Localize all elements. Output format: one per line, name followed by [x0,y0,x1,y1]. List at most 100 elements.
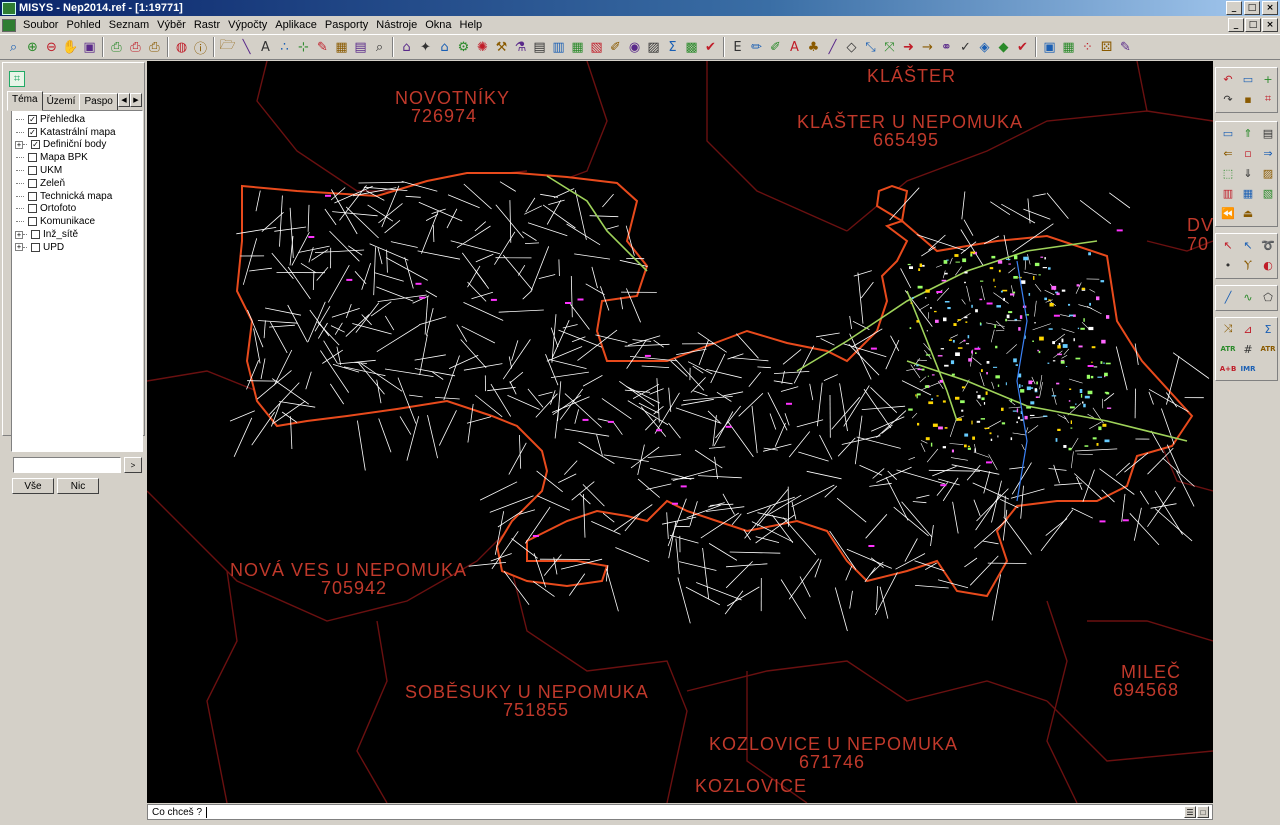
tree-item[interactable]: Technická mapa [12,190,142,203]
arrow-right-green-icon[interactable]: ➜ [899,37,918,57]
layer-checkbox[interactable] [28,153,37,163]
menu-nastroje[interactable]: Nástroje [372,19,421,31]
menu-vyber[interactable]: Výběr [153,19,190,31]
point-add-icon[interactable]: ⊹ [294,37,313,57]
tool-13-icon[interactable]: ◉ [625,37,644,57]
expand-icon[interactable]: + [15,243,23,252]
sum-icon[interactable]: Σ [663,37,682,57]
sigma-icon[interactable]: Σ [1260,321,1276,337]
layer-checkbox[interactable] [31,230,40,240]
tool-4-icon[interactable]: ⚙ [454,37,473,57]
expand-icon[interactable]: + [15,140,23,149]
color-box-icon[interactable]: ▧ [1260,185,1276,201]
tree-item[interactable]: + Inž_sítě [12,228,142,241]
search-icon[interactable]: ⌕ [370,37,389,57]
tree-item[interactable]: UKM [12,164,142,177]
transform-icon[interactable]: ⤨ [1220,321,1236,337]
tab-pasporty[interactable]: Paspo [79,93,118,111]
pan-icon[interactable]: ✋ [61,37,80,57]
tool-17-icon[interactable]: ✔ [701,37,720,57]
layer-checkbox[interactable] [28,191,37,201]
shape-icon[interactable]: ◈ [975,37,994,57]
arrow-down-box-icon[interactable]: ⇓ [1240,165,1256,181]
close-button[interactable]: × [1262,1,1278,15]
tree-item[interactable]: Komunikace [12,215,142,228]
checkmark-icon[interactable]: ✔ [1013,37,1032,57]
hash-icon[interactable]: # [1240,341,1256,357]
arrows-icon[interactable]: ⤡ [861,37,880,57]
command-expand-icon[interactable]: □ [1197,806,1209,818]
tab-scroll-right-icon[interactable]: ▶ [130,93,142,107]
edit-icon[interactable]: ✎ [313,37,332,57]
menu-okna[interactable]: Okna [421,19,455,31]
tree-item[interactable]: + ✓ Definiční body [12,139,142,152]
eraser-icon[interactable]: ◇ [842,37,861,57]
layer-search-input[interactable] [13,457,121,473]
tool-3-icon[interactable]: ⌂ [435,37,454,57]
green-box-icon[interactable]: ▦ [1240,185,1256,201]
tree-icon[interactable]: ♣ [804,37,823,57]
document-icon[interactable]: ▤ [530,37,549,57]
arrow-right-icon[interactable]: → [918,37,937,57]
map-canvas[interactable]: KLÁŠTER NOVOTNÍKY 726974 KLÁŠTER U NEPOM… [147,61,1213,803]
printer-setup-icon[interactable]: ⎙ [145,37,164,57]
tree-item[interactable]: ✓ Přehledka [12,113,142,126]
print-icon[interactable]: ⎙ [107,37,126,57]
menu-help[interactable]: Help [456,19,487,31]
mdi-close-button[interactable]: × [1262,18,1278,32]
minimize-button[interactable]: _ [1226,1,1242,15]
xy-icon[interactable]: ⌗ [1260,91,1276,107]
tool-16-icon[interactable]: ▩ [682,37,701,57]
tree-item[interactable]: Ortofoto [12,203,142,216]
select-arrow-icon[interactable]: ↖ [1240,237,1256,253]
layers-icon[interactable]: ▤ [351,37,370,57]
mdi-minimize-button[interactable]: _ [1228,18,1244,32]
tree-item[interactable]: + UPD [12,241,142,254]
dash-box-icon[interactable]: ⬚ [1220,165,1236,181]
command-history-icon[interactable]: ☰ [1184,806,1196,818]
fork-icon[interactable]: Ⲩ [1240,257,1256,273]
grid-box-icon[interactable]: ▤ [1260,125,1276,141]
pencil-icon[interactable]: ✏ [747,37,766,57]
select-none-button[interactable]: Nic [57,478,99,494]
layer-checkbox[interactable]: ✓ [31,140,40,150]
tab-scroll-left-icon[interactable]: ◀ [118,93,130,107]
tool-e-icon[interactable]: E [728,37,747,57]
polygon-icon[interactable]: ⬠ [1260,289,1276,305]
attr-icon[interactable]: ATR [1260,341,1276,357]
page-box-icon[interactable]: ▥ [1220,185,1236,201]
layer-checkbox[interactable]: ✓ [28,127,37,137]
info-box-icon[interactable]: ▭ [1240,71,1256,87]
zoom-in-icon[interactable]: ⊕ [23,37,42,57]
command-input[interactable] [207,805,1212,819]
undo-icon[interactable]: ↶ [1220,71,1236,87]
open-folder-icon[interactable]: 🗁 [218,37,237,57]
text-icon[interactable]: A [256,37,275,57]
menu-pasporty[interactable]: Pasporty [321,19,372,31]
zoom-out-icon[interactable]: ⊖ [42,37,61,57]
doc-box-icon[interactable]: ▨ [1260,165,1276,181]
redraw-icon[interactable]: ▣ [80,37,99,57]
text-a-icon[interactable]: A [785,37,804,57]
tool-14-icon[interactable]: ▨ [644,37,663,57]
move-icon[interactable]: ⤧ [880,37,899,57]
zoom-window-icon[interactable]: ⌕ [4,37,23,57]
dice-icon[interactable]: ⚄ [1097,37,1116,57]
layer-checkbox[interactable] [28,204,37,214]
tab-uzemi[interactable]: Území [41,93,81,111]
layer-checkbox[interactable] [31,242,40,252]
dots-icon[interactable]: ⁘ [1078,37,1097,57]
tool-9-icon[interactable]: ▥ [549,37,568,57]
imr-icon[interactable]: IMR [1240,361,1256,377]
tool-12-icon[interactable]: ✐ [606,37,625,57]
layer-checkbox[interactable] [28,178,37,188]
tool-7-icon[interactable]: ⚗ [511,37,530,57]
tree-item[interactable]: Zeleň [12,177,142,190]
map-theme-icon[interactable]: ⌗ [9,71,25,87]
globe-icon[interactable]: ◍ [172,37,191,57]
settings-select-icon[interactable]: ◐ [1260,257,1276,273]
menu-soubor[interactable]: Soubor [19,19,62,31]
eject-box-icon[interactable]: ⏏ [1240,205,1256,221]
redo-icon[interactable]: ↷ [1220,91,1236,107]
menu-aplikace[interactable]: Aplikace [271,19,321,31]
